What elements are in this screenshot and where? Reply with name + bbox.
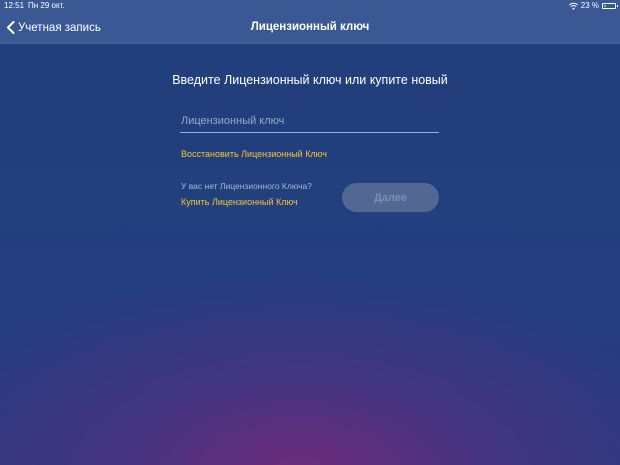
- next-button[interactable]: Далее: [342, 183, 439, 212]
- battery-percent: 23 %: [580, 1, 599, 10]
- status-indicators: 23 %: [568, 0, 618, 12]
- status-bar: 12:51 Пн 29 окт. 23 %: [0, 0, 620, 12]
- license-key-screen: 12:51 Пн 29 окт. 23 % Учетная запись Лиц…: [0, 0, 620, 465]
- battery-icon: [602, 3, 618, 9]
- status-time: 12:51: [4, 1, 25, 10]
- status-date: Пн 29 окт.: [28, 1, 65, 10]
- no-key-prompt: У вас нет Лицензионного Ключа?: [181, 181, 312, 191]
- restore-license-link[interactable]: Восстановить Лицензионный Ключ: [181, 149, 327, 159]
- buy-license-link[interactable]: Купить Лицензионный Ключ: [181, 197, 298, 207]
- license-heading: Введите Лицензионный ключ или купите нов…: [172, 73, 448, 87]
- battery-level: [604, 5, 606, 7]
- page-title: Лицензионный ключ: [250, 21, 370, 33]
- license-key-input[interactable]: [180, 110, 439, 133]
- wifi-icon: [568, 2, 578, 10]
- navigation-bar: Учетная запись Лицензионный ключ: [0, 12, 620, 44]
